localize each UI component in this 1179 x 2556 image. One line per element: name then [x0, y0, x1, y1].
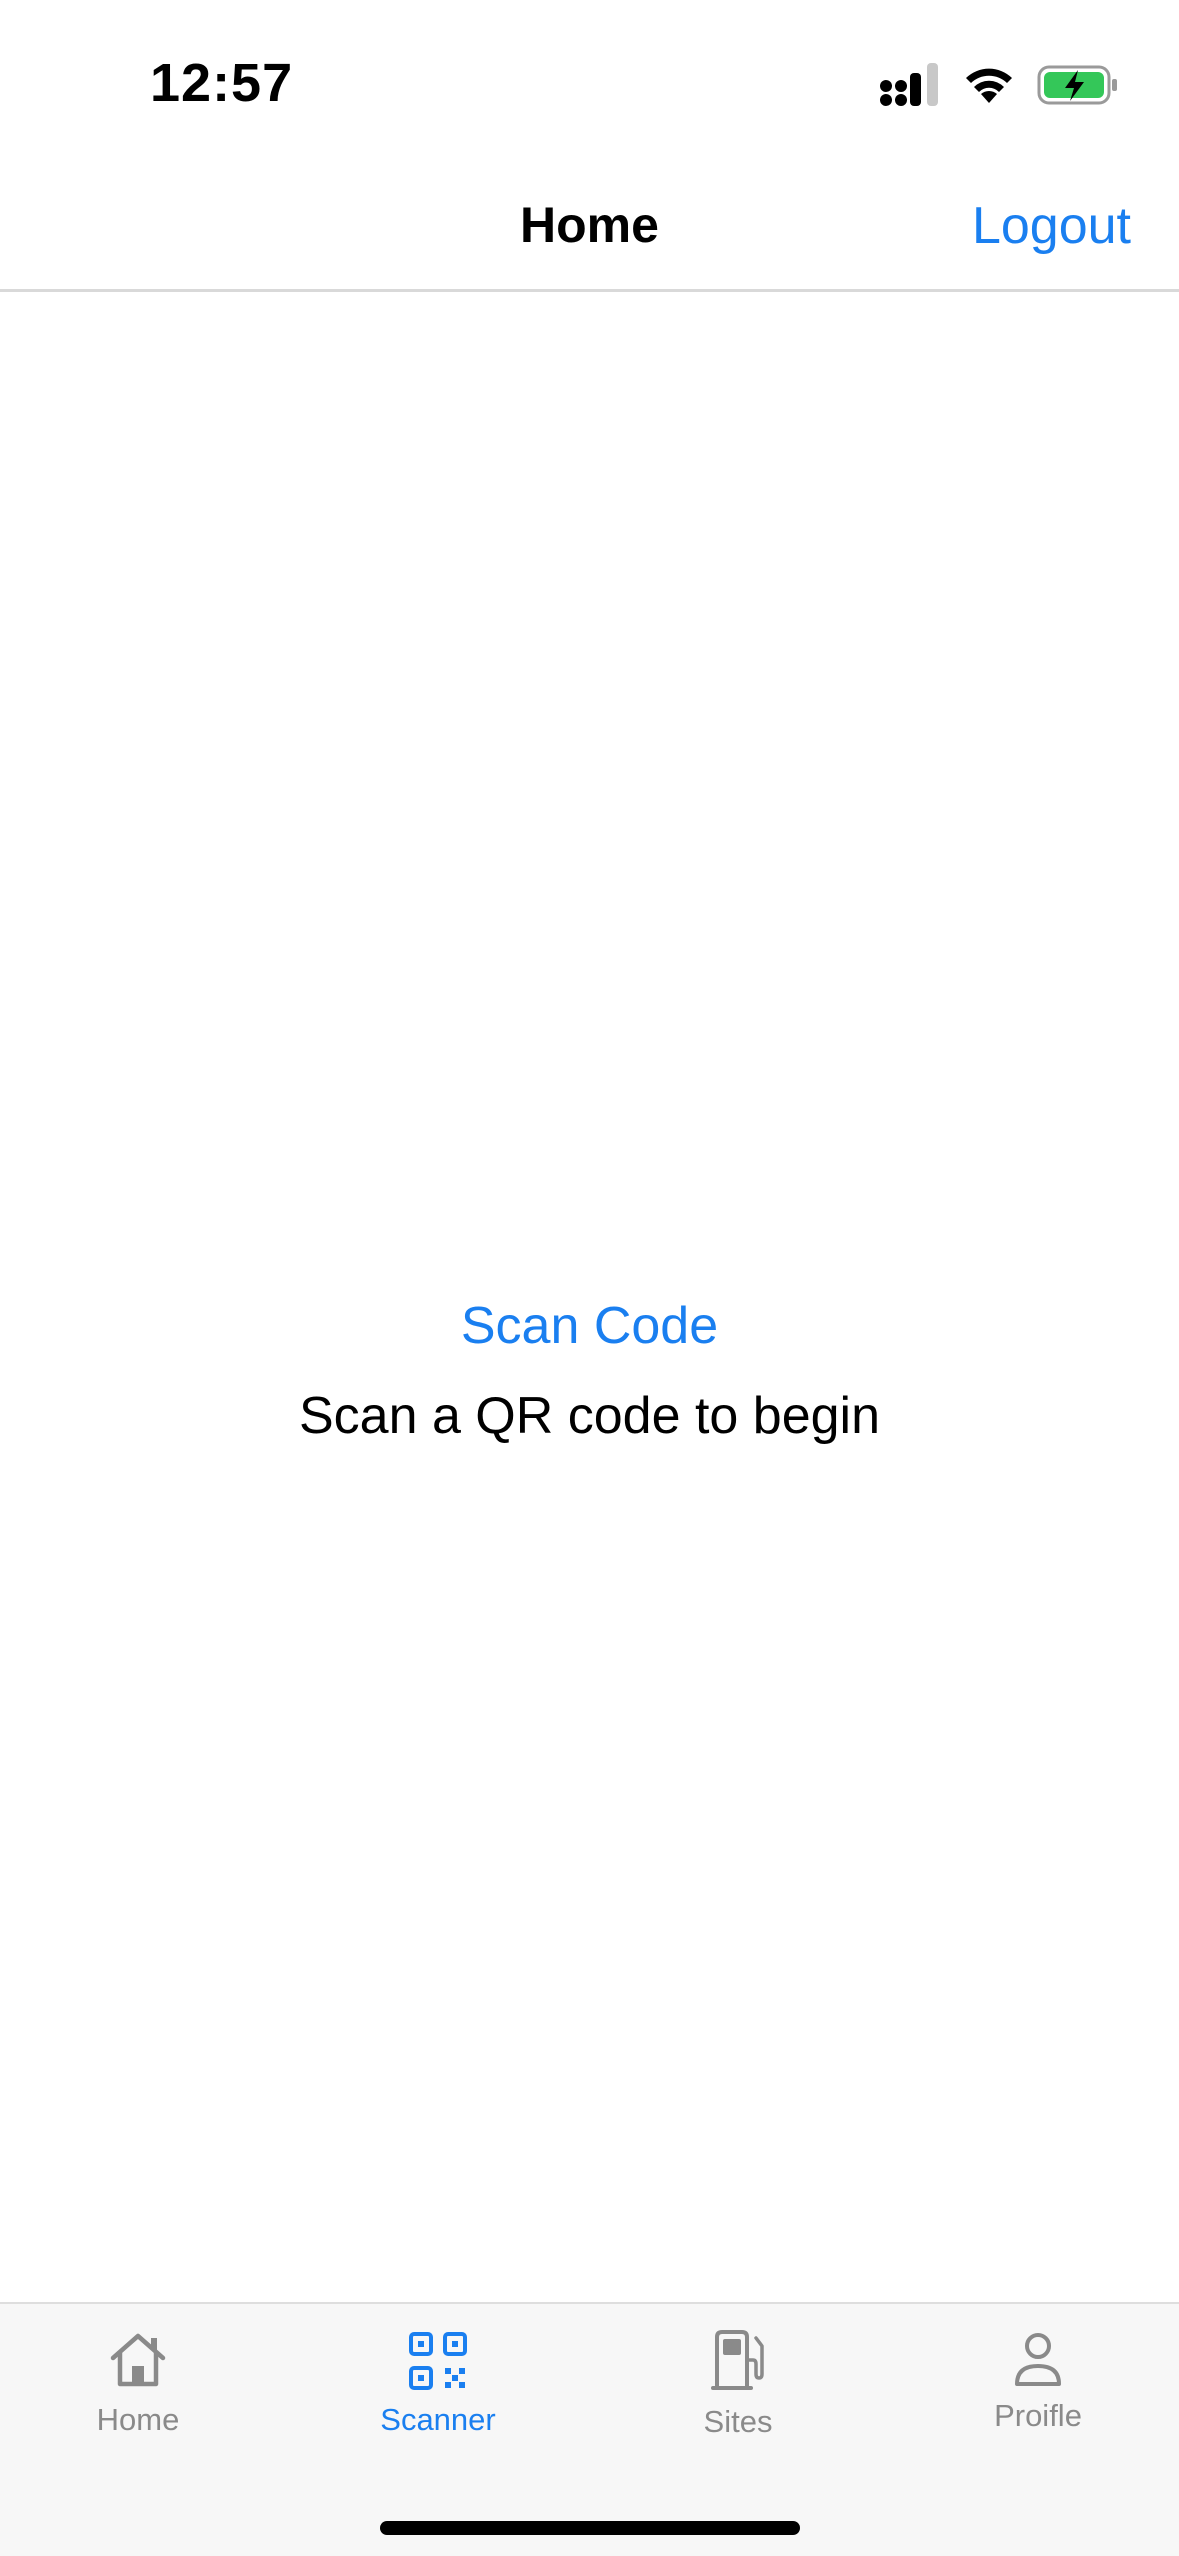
tab-bar: Home Scanner Sites Proifle [0, 2302, 1179, 2556]
logout-button[interactable]: Logout [972, 196, 1131, 256]
tab-profile[interactable]: Proifle [888, 2304, 1179, 2484]
fuel-pump-icon [705, 2328, 771, 2394]
status-time: 12:57 [150, 53, 294, 113]
navigation-header: Home Logout [0, 170, 1179, 292]
qr-code-icon [405, 2328, 471, 2394]
scan-hint-text: Scan a QR code to begin [298, 1387, 881, 1445]
tab-scanner-label: Scanner [380, 2402, 496, 2437]
tab-home-label: Home [96, 2402, 180, 2437]
tab-home[interactable]: Home [0, 2304, 288, 2484]
person-icon [1005, 2328, 1071, 2394]
status-icons [879, 60, 1119, 114]
battery-charging-icon [1037, 64, 1119, 111]
home-icon [105, 2328, 171, 2394]
status-bar: 12:57 [0, 0, 1179, 170]
cellular-signal-icon [879, 62, 941, 112]
tab-scanner[interactable]: Scanner [288, 2304, 588, 2484]
scan-code-button[interactable]: Scan Code [0, 1296, 1179, 1356]
tab-sites[interactable]: Sites [588, 2304, 888, 2484]
tab-sites-label: Sites [703, 2404, 773, 2439]
wifi-icon [963, 65, 1015, 110]
main-content: Scan Code Scan a QR code to begin [0, 292, 1179, 2302]
tab-profile-label: Proifle [994, 2398, 1082, 2433]
home-indicator [380, 2521, 800, 2535]
